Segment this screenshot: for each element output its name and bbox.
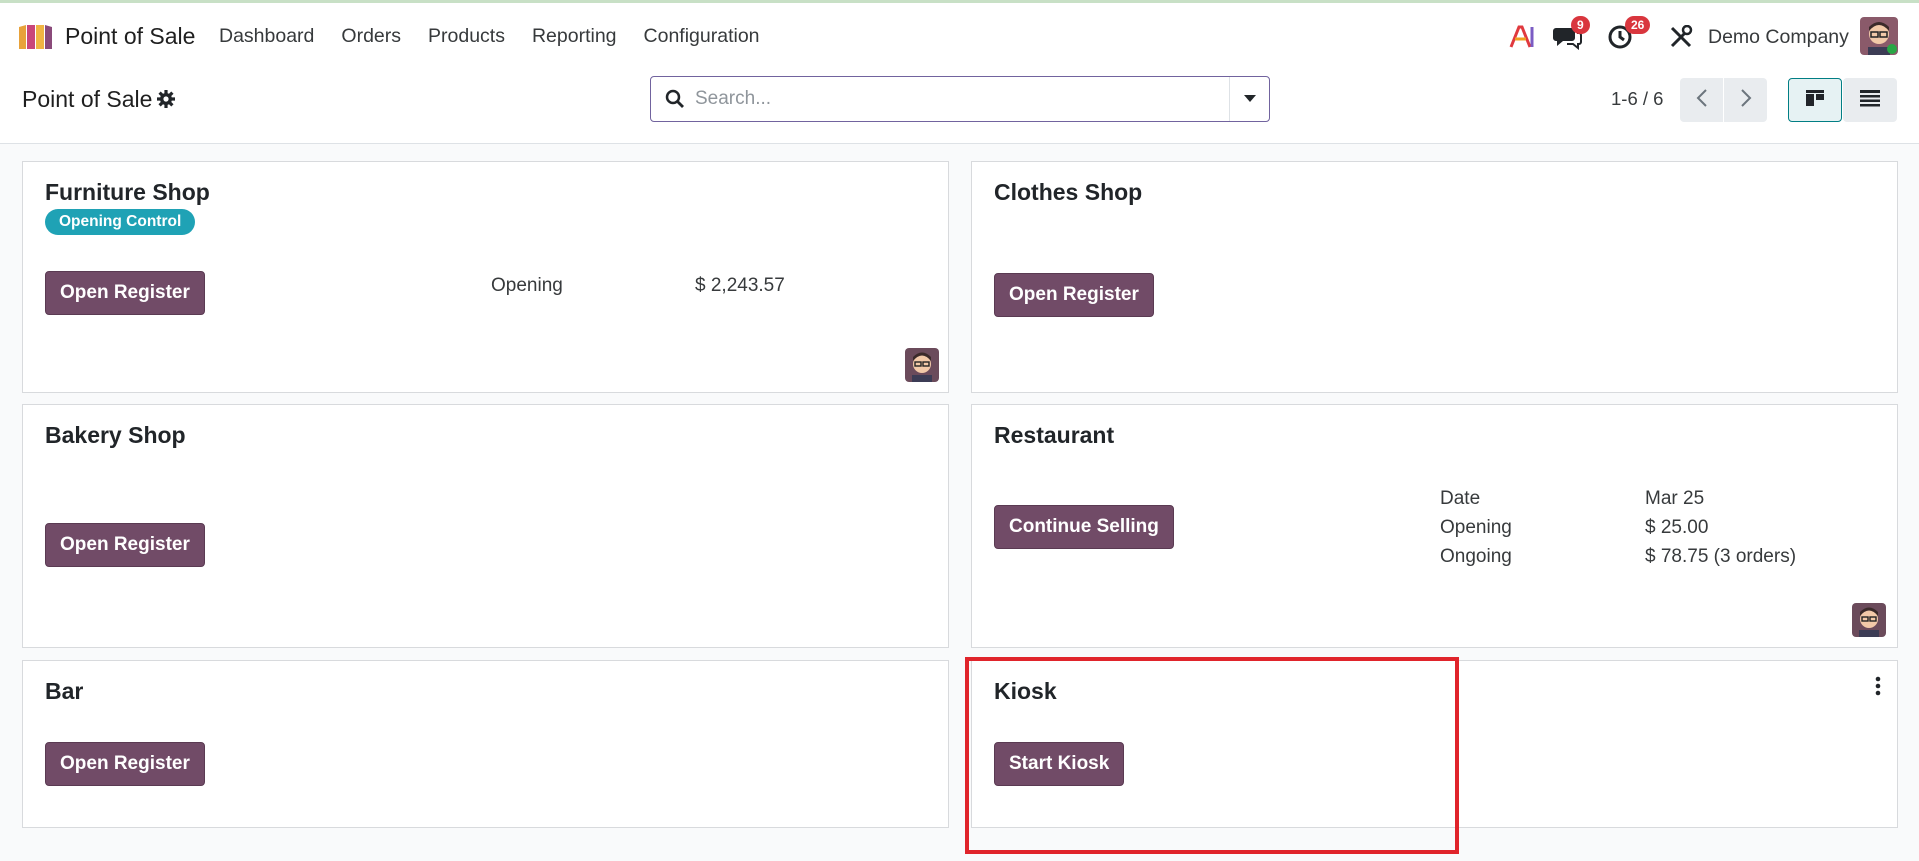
page-title: Point of Sale (22, 86, 153, 112)
open-register-button[interactable]: Open Register (994, 273, 1154, 317)
avatar (1852, 603, 1886, 637)
pos-card-restaurant: Restaurant Continue Selling Date Mar 25 … (971, 404, 1898, 648)
info-value-ongoing: $ 78.75 (3 orders) (1645, 546, 1797, 567)
kebab-menu-icon[interactable] (1873, 675, 1883, 697)
pos-card-bar: Bar Open Register (22, 660, 949, 828)
pos-card-bakery-shop: Bakery Shop Open Register (22, 404, 949, 648)
info-label-opening: Opening (1440, 517, 1512, 538)
gear-icon[interactable] (156, 89, 176, 109)
menu-configuration[interactable]: Configuration (644, 25, 760, 48)
card-title: Clothes Shop (994, 179, 1143, 205)
search-bar (650, 76, 1270, 122)
kanban-view-icon (1805, 89, 1825, 112)
search-input[interactable] (695, 77, 1205, 121)
list-view-button[interactable] (1843, 78, 1897, 122)
info-label-date: Date (1440, 488, 1481, 509)
open-register-button[interactable]: Open Register (45, 742, 205, 786)
info-value-opening: $ 25.00 (1645, 517, 1709, 538)
search-icon (665, 89, 685, 114)
pos-card-clothes-shop: Clothes Shop Open Register (971, 161, 1898, 393)
info-label: Opening (491, 275, 563, 296)
card-title: Restaurant (994, 422, 1115, 448)
search-options-toggle[interactable] (1229, 77, 1269, 121)
app-name[interactable]: Point of Sale (65, 23, 195, 50)
card-title: Bar (45, 678, 84, 704)
user-avatar[interactable] (1860, 17, 1898, 55)
top-navbar: Point of Sale Dashboard Orders Products … (0, 0, 1919, 68)
chevron-left-icon (1696, 88, 1708, 113)
pager-value[interactable]: 1-6 / 6 (1611, 88, 1663, 110)
info-label-ongoing: Ongoing (1440, 546, 1512, 567)
highlight-box (965, 657, 1459, 854)
chevron-right-icon (1740, 88, 1752, 113)
continue-selling-button[interactable]: Continue Selling (994, 505, 1174, 549)
pos-card-furniture-shop: Furniture Shop Opening Control Open Regi… (22, 161, 949, 393)
info-value: $ 2,243.57 (695, 275, 785, 296)
menu-orders[interactable]: Orders (341, 25, 401, 48)
activity-badge: 26 (1625, 16, 1651, 34)
menu-products[interactable]: Products (428, 25, 505, 48)
main-menu: Dashboard Orders Products Reporting Conf… (219, 25, 787, 48)
pager-previous-button[interactable] (1680, 78, 1723, 122)
menu-reporting[interactable]: Reporting (532, 25, 617, 48)
menu-dashboard[interactable]: Dashboard (219, 25, 314, 48)
info-value-date: Mar 25 (1645, 488, 1705, 509)
tools-icon[interactable] (1669, 17, 1693, 57)
list-view-icon (1859, 89, 1881, 112)
chat-badge: 9 (1571, 16, 1590, 34)
ai-icon[interactable] (1509, 17, 1535, 57)
control-panel: Point of Sale 1-6 / 6 (0, 68, 1919, 144)
pager-next-button[interactable] (1724, 78, 1767, 122)
card-title: Bakery Shop (45, 422, 186, 448)
card-title: Furniture Shop (45, 179, 210, 205)
kanban-view-button[interactable] (1788, 78, 1842, 122)
open-register-button[interactable]: Open Register (45, 523, 205, 567)
open-register-button[interactable]: Open Register (45, 271, 205, 315)
activity-clock-icon[interactable]: 26 (1607, 16, 1651, 57)
caret-down-icon (1243, 90, 1256, 108)
company-switcher[interactable]: Demo Company (1708, 26, 1849, 49)
pos-logo-icon[interactable] (17, 23, 53, 51)
status-badge: Opening Control (45, 209, 196, 235)
chat-icon[interactable]: 9 (1552, 16, 1590, 57)
avatar (905, 348, 939, 382)
